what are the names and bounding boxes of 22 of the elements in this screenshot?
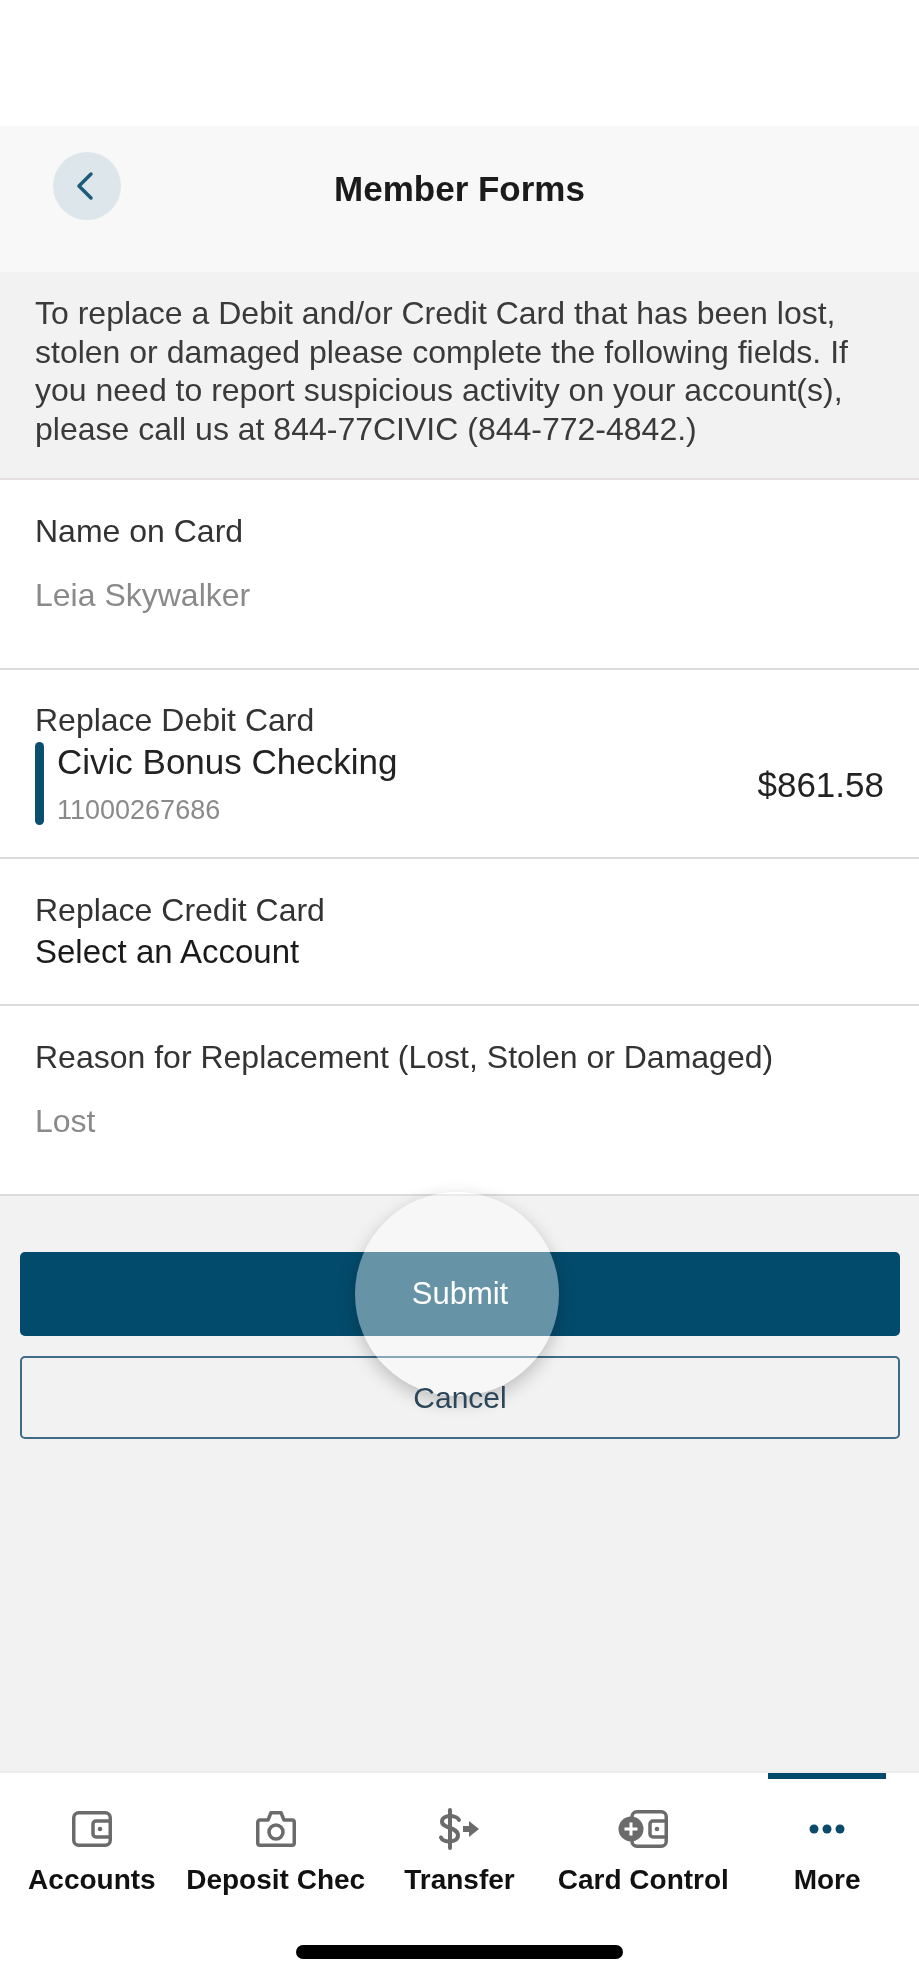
account-marker-icon	[35, 742, 44, 825]
field-label: Replace Debit Card	[35, 703, 315, 737]
wallet-icon	[71, 1811, 112, 1847]
back-icon	[76, 171, 94, 201]
tab-bar-item[interactable]: Deposit Chec	[183, 1773, 368, 1897]
more-icon	[809, 1824, 846, 1834]
tab-bar-item[interactable]: More	[735, 1773, 919, 1897]
field-label: Name on Card	[35, 514, 244, 548]
tab-bar-item[interactable]: Card Control	[551, 1773, 736, 1897]
tab-bar-item[interactable]: Accounts	[0, 1773, 184, 1897]
account-name: Civic Bonus Checking	[57, 744, 398, 780]
account-select[interactable]: Select an Account	[35, 934, 300, 970]
camera-icon	[255, 1811, 296, 1847]
notice-text: To replace a Debit and/or Credit Card that has been lost, stolen or damaged please complete the following fields. If you need to report suspicious activity on your account(s), please call us at 844-77CIVIC (844-772-4842.)	[35, 294, 849, 448]
page-title: Member Forms	[334, 169, 585, 209]
field-label: Reason for Replacement (Lost, Stolen or Damaged)	[35, 1040, 774, 1074]
cancel-button[interactable]: Cancel	[20, 1356, 900, 1439]
account-number: 11000267686	[57, 795, 221, 825]
field-label: Replace Credit Card	[35, 893, 325, 927]
account-balance: $861.58	[757, 765, 884, 804]
tab-bar-item[interactable]: Transfer	[367, 1773, 552, 1897]
wallet-plus-icon	[618, 1810, 669, 1848]
